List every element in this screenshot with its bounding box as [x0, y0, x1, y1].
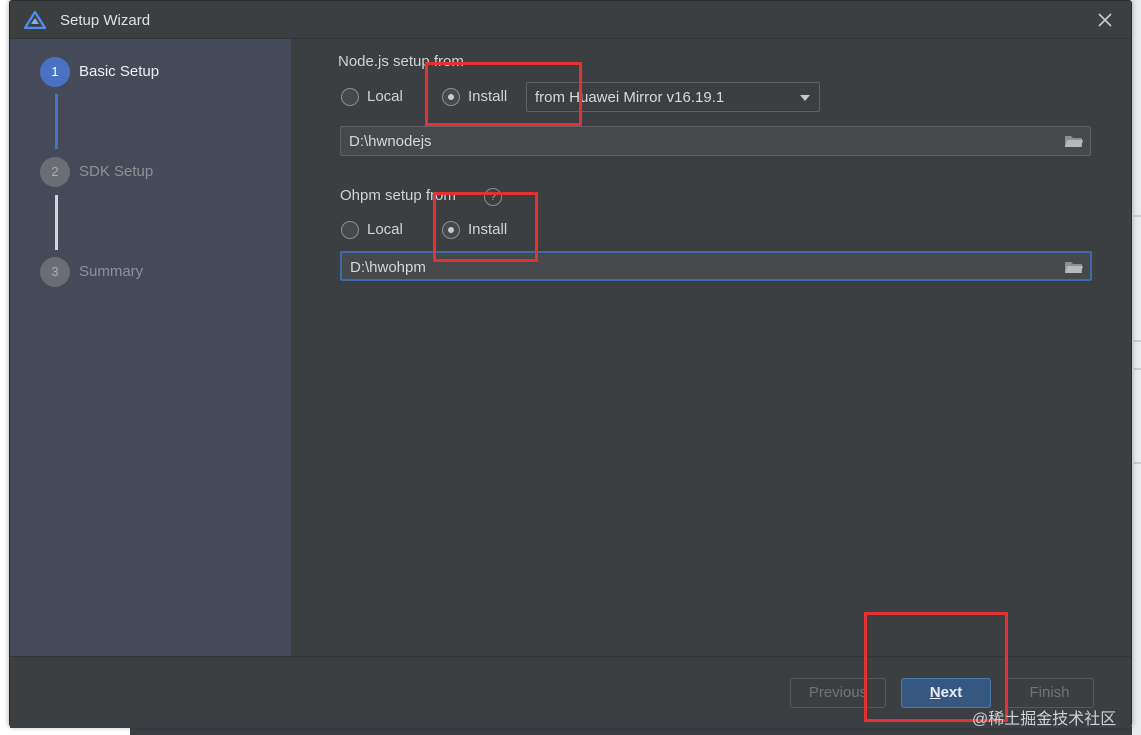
radio-checked-icon — [442, 221, 460, 239]
chevron-down-icon — [800, 95, 810, 101]
nodejs-local-radio[interactable]: Local — [341, 86, 421, 108]
nodejs-path-value: D:\hwnodejs — [349, 133, 432, 150]
step-label: Basic Setup — [79, 63, 160, 80]
finish-button[interactable]: Finish — [1005, 678, 1094, 708]
next-label-rest: ext — [940, 684, 963, 701]
help-icon[interactable]: ? — [484, 188, 502, 206]
previous-button[interactable]: Previous — [790, 678, 886, 708]
nodejs-install-radio[interactable]: Install — [442, 86, 522, 108]
basic-setup-panel: Node.js setup from Local Install from Hu… — [291, 39, 1131, 656]
nodejs-path-field[interactable]: D:\hwnodejs — [340, 126, 1091, 156]
background-divider — [1134, 462, 1141, 464]
step-label: SDK Setup — [79, 163, 154, 180]
background-app-edge — [1132, 0, 1141, 735]
step-number-badge: 1 — [40, 57, 70, 87]
step-label: Summary — [79, 263, 144, 280]
step-number-badge: 3 — [40, 257, 70, 287]
radio-label: Install — [468, 221, 508, 238]
next-mnemonic: N — [929, 684, 941, 701]
title-bar: Setup Wizard — [10, 1, 1131, 39]
close-icon[interactable] — [1095, 10, 1115, 30]
radio-unchecked-icon — [341, 88, 359, 106]
setup-wizard-dialog: Setup Wizard 1 Basic Setup 2 SDK Setup 3… — [9, 0, 1132, 728]
selected-mirror: from Huawei Mirror v16.19.1 — [535, 89, 725, 106]
ohpm-path-field[interactable]: D:\hwohpm — [340, 251, 1092, 281]
radio-checked-icon — [442, 88, 460, 106]
radio-label: Local — [367, 88, 403, 105]
folder-open-icon[interactable] — [1064, 133, 1084, 149]
wizard-footer: Previous Next Finish — [10, 656, 1131, 728]
step-connector — [55, 94, 58, 149]
nodejs-setup-label: Node.js setup from — [338, 53, 464, 70]
background-divider — [1134, 368, 1141, 370]
next-button[interactable]: Next — [901, 678, 991, 708]
background-divider — [1134, 215, 1141, 217]
step-number-badge: 2 — [40, 157, 70, 187]
radio-label: Install — [468, 88, 508, 105]
window-title: Setup Wizard — [60, 12, 151, 29]
harmonyos-logo-icon — [24, 11, 46, 29]
steps-sidebar: 1 Basic Setup 2 SDK Setup 3 Summary — [10, 39, 291, 656]
ohpm-install-radio[interactable]: Install — [442, 219, 522, 241]
watermark: @稀土掘金技术社区 — [972, 711, 1117, 728]
ohpm-setup-label: Ohpm setup from — [340, 187, 456, 204]
nodejs-mirror-select[interactable]: from Huawei Mirror v16.19.1 — [526, 82, 820, 112]
background-divider — [1134, 340, 1141, 342]
radio-unchecked-icon — [341, 221, 359, 239]
ohpm-path-value: D:\hwohpm — [350, 259, 426, 276]
radio-label: Local — [367, 221, 403, 238]
folder-open-icon[interactable] — [1064, 259, 1084, 275]
ohpm-local-radio[interactable]: Local — [341, 219, 421, 241]
step-connector — [55, 195, 58, 250]
